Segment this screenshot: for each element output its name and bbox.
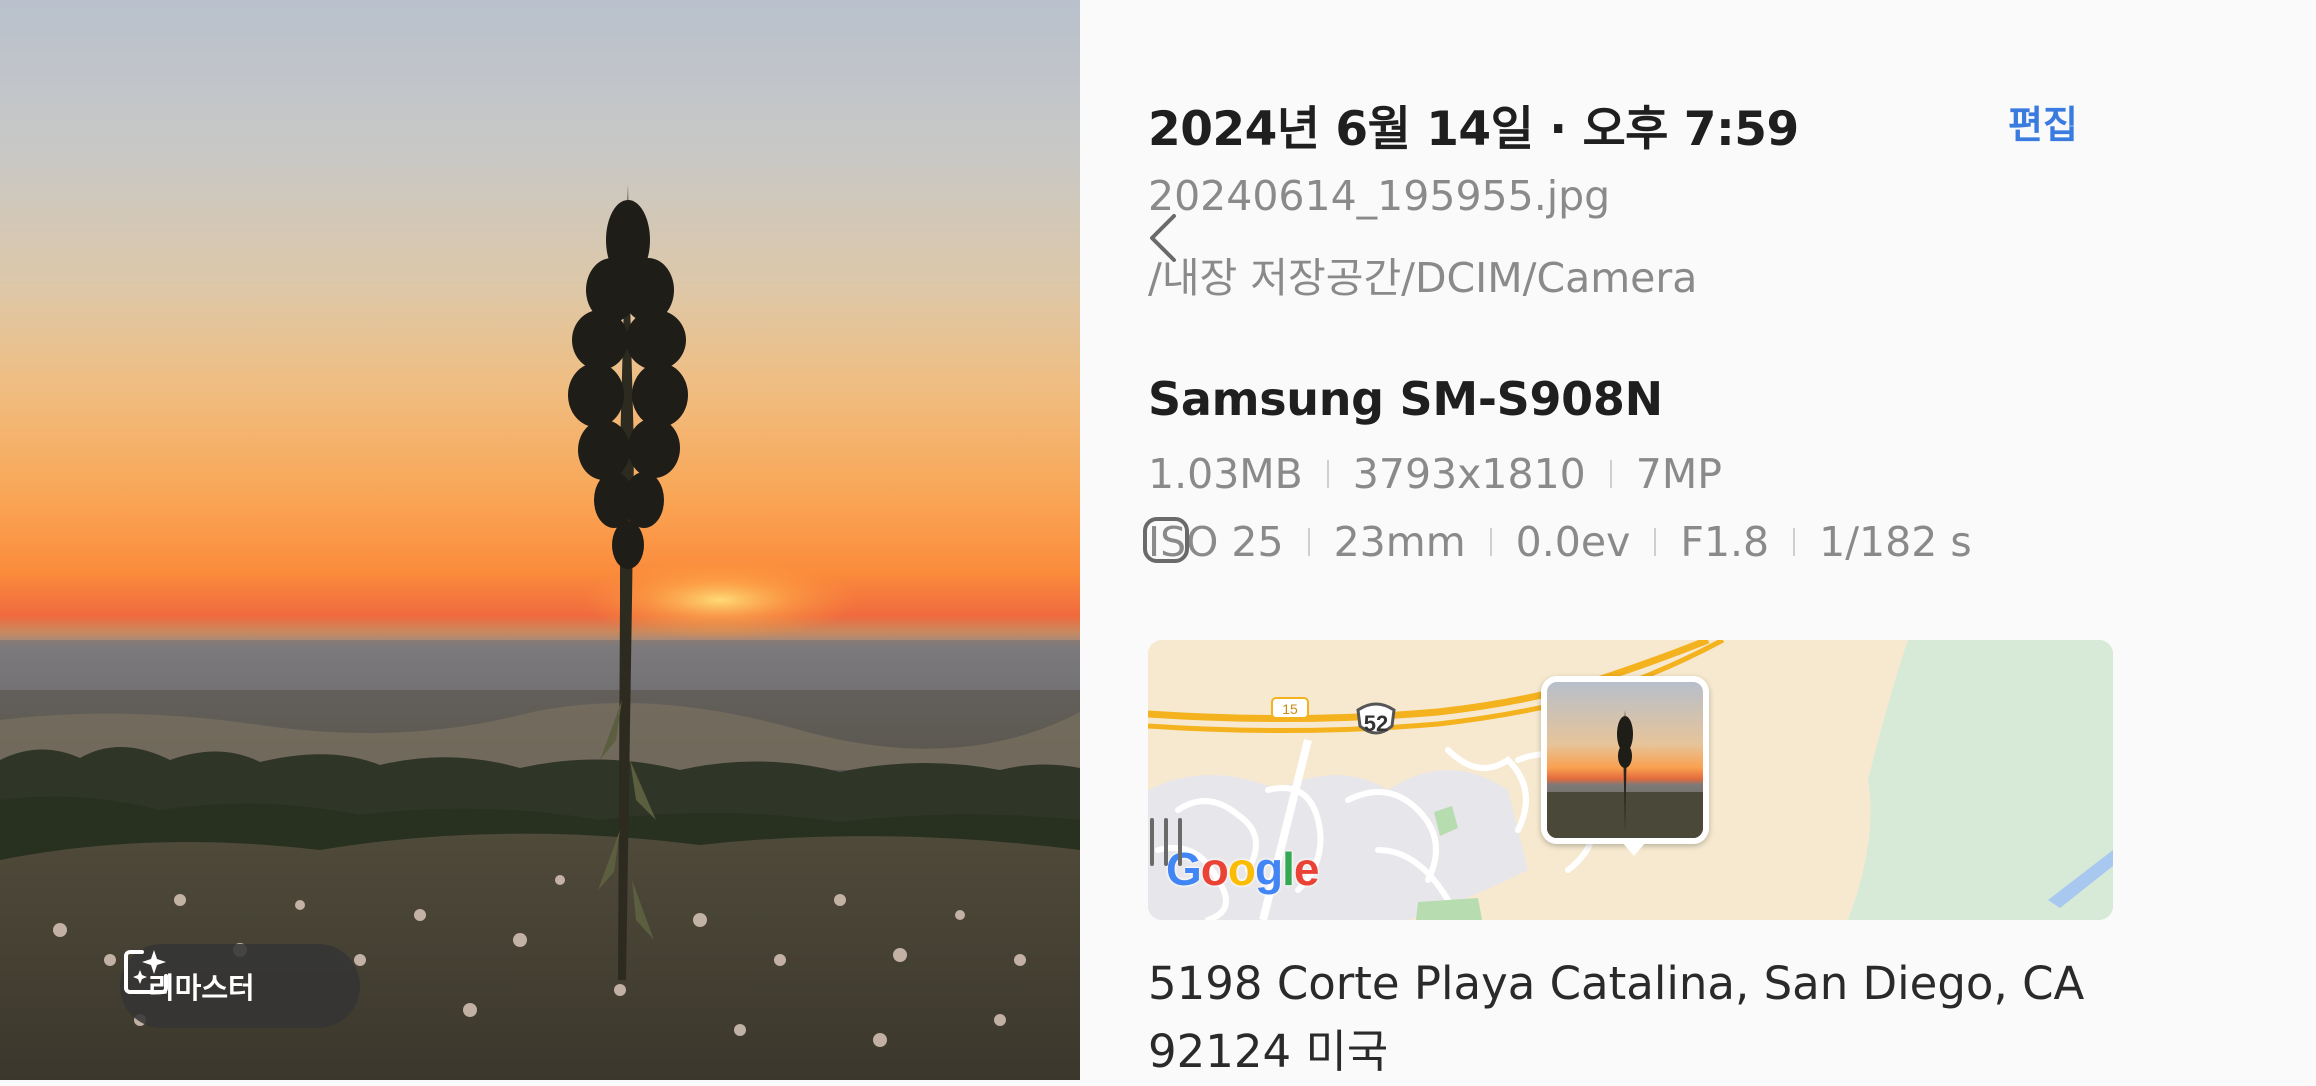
file-size: 1.03MB bbox=[1148, 450, 1303, 498]
map-photo-thumbnail[interactable] bbox=[1541, 676, 1709, 844]
rounded-square-icon bbox=[1143, 517, 1189, 563]
photo-viewer[interactable]: 리마스터 bbox=[0, 0, 1080, 1080]
aperture-value: F1.8 bbox=[1680, 518, 1770, 566]
shutter-speed: 1/182 s bbox=[1819, 518, 1972, 566]
address-line-2: 92124 미국 bbox=[1148, 1025, 1389, 1078]
date-time-title: 2024년 6월 14일 · 오후 7:59 bbox=[1148, 102, 1799, 157]
exposure-value: 0.0ev bbox=[1515, 518, 1631, 566]
sparkle-frame-icon bbox=[124, 950, 168, 994]
google-letter-o2: o bbox=[1227, 843, 1256, 895]
divider bbox=[1489, 528, 1492, 556]
exif-row: ISO 25 23mm 0.0ev F1.8 1/182 s bbox=[1148, 518, 1972, 566]
details-panel: 2024년 6월 14일 · 오후 7:59 편집 20240614_19595… bbox=[1080, 0, 2316, 1080]
google-letter-e: e bbox=[1293, 843, 1320, 895]
location-map[interactable]: 15 52 Google bbox=[1148, 640, 2113, 920]
google-letter-o1: o bbox=[1200, 843, 1229, 895]
google-letter-g2: g bbox=[1255, 843, 1283, 895]
thumbnail-image bbox=[1547, 710, 1703, 838]
divider bbox=[1307, 528, 1310, 556]
location-address: 5198 Corte Playa Catalina, San Diego, CA… bbox=[1148, 950, 2148, 1086]
sunset-photo bbox=[0, 185, 1080, 1080]
home-button[interactable] bbox=[1136, 510, 1196, 570]
divider bbox=[1326, 460, 1329, 488]
focal-length: 23mm bbox=[1333, 518, 1466, 566]
edit-button[interactable]: 편집 bbox=[2008, 94, 2078, 149]
divider bbox=[1654, 528, 1657, 556]
file-size-row: 1.03MB 3793x1810 7MP bbox=[1148, 450, 1722, 498]
recent-apps-button[interactable] bbox=[1136, 812, 1196, 872]
back-button[interactable] bbox=[1136, 208, 1196, 268]
divider bbox=[1609, 460, 1612, 488]
divider bbox=[1793, 528, 1796, 556]
resolution: 3793x1810 bbox=[1352, 450, 1586, 498]
address-line-1: 5198 Corte Playa Catalina, San Diego, CA bbox=[1148, 957, 2085, 1010]
route-52-label: 52 bbox=[1364, 711, 1388, 736]
route-15-label: 15 bbox=[1282, 701, 1298, 717]
chevron-left-icon bbox=[1150, 214, 1176, 262]
google-letter-l: l bbox=[1282, 843, 1295, 895]
device-model: Samsung SM-S908N bbox=[1148, 372, 1663, 426]
remaster-button[interactable]: 리마스터 bbox=[120, 944, 360, 1028]
file-name: 20240614_195955.jpg bbox=[1148, 172, 1611, 220]
file-path: /내장 저장공간/DCIM/Camera bbox=[1148, 254, 1698, 302]
three-lines-icon bbox=[1150, 818, 1182, 866]
map-pin-pointer bbox=[1622, 842, 1646, 856]
megapixels: 7MP bbox=[1635, 450, 1722, 498]
